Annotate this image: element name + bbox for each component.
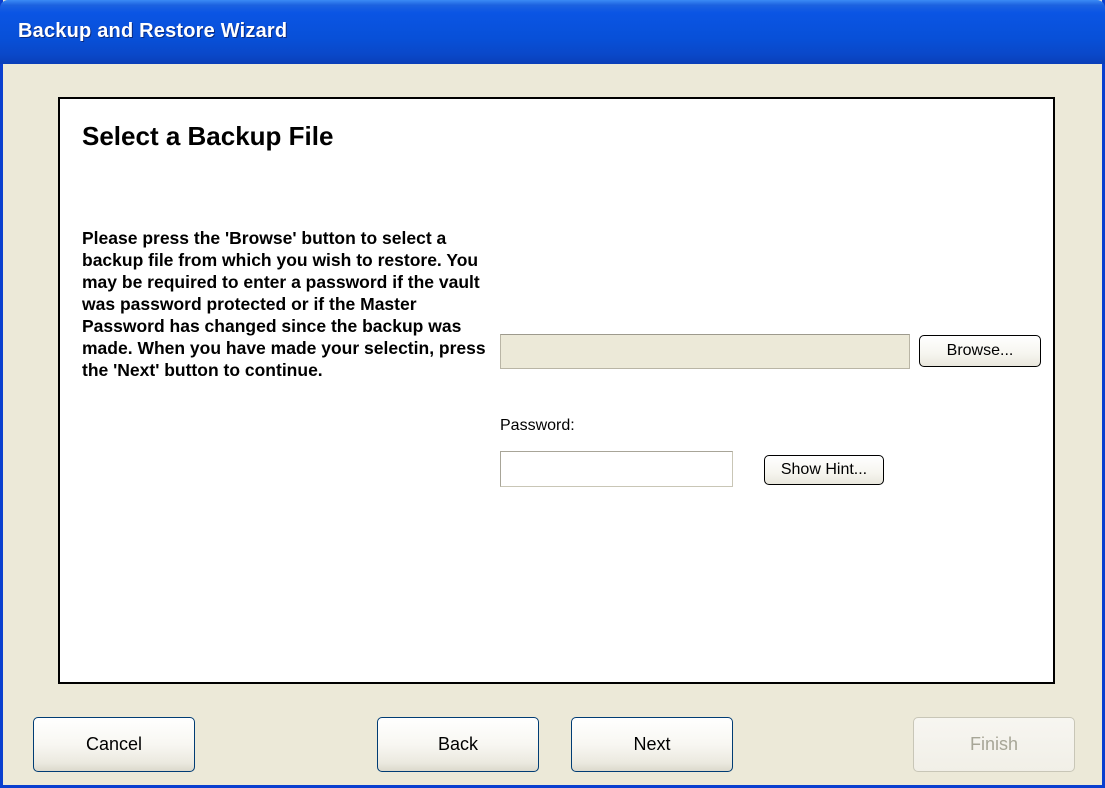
title-bar[interactable]: Backup and Restore Wizard [0,0,1105,64]
wizard-window: Backup and Restore Wizard Select a Backu… [0,0,1105,788]
browse-button[interactable]: Browse... [919,335,1041,367]
show-hint-button[interactable]: Show Hint... [764,455,884,485]
wizard-page-panel: Select a Backup File Please press the 'B… [58,97,1055,684]
cancel-button[interactable]: Cancel [33,717,195,772]
page-title: Select a Backup File [82,121,334,151]
instructions-text: Please press the 'Browse' button to sele… [82,228,486,380]
backup-file-path-field[interactable] [500,334,910,369]
next-button[interactable]: Next [571,717,733,772]
finish-button: Finish [913,717,1075,772]
password-field[interactable] [500,451,733,487]
back-button[interactable]: Back [377,717,539,772]
window-title: Backup and Restore Wizard [18,20,288,42]
password-label: Password: [500,417,575,434]
